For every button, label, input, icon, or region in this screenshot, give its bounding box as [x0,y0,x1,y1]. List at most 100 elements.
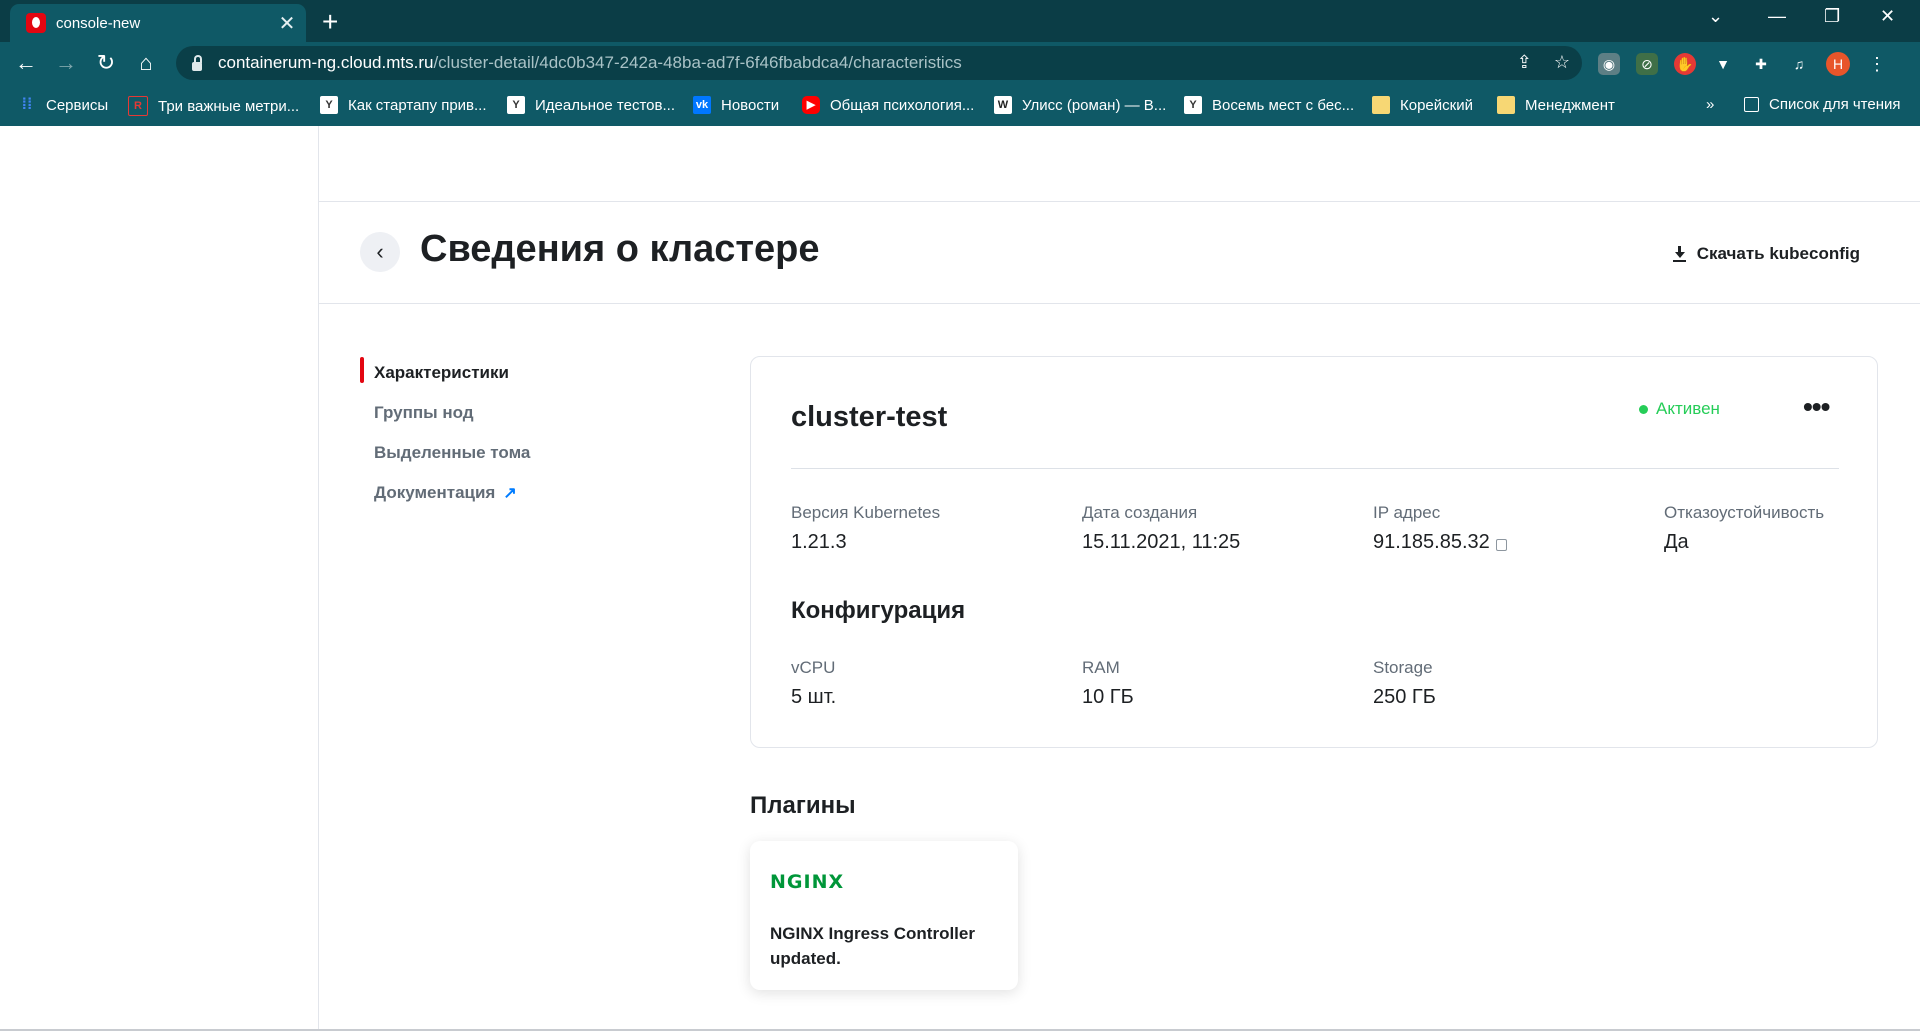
bookmark-item[interactable]: Y Как стартапу прив... [320,96,487,114]
status-dot-icon [1639,404,1648,414]
field-value: 5 шт. [791,686,837,708]
bookmark-label: Корейский [1400,96,1473,114]
subnav-item-characteristics[interactable]: Характеристики [360,353,530,393]
url-path: /cluster-detail/4dc0b347-242a-48ba-ad7f-… [433,53,962,72]
ip-address-field: IP адрес 91.185.85.32 [1373,503,1507,554]
bookmark-label: Три важные метри... [158,97,300,115]
browser-toolbar: ← → ↻ ⌂ containerum-ng.cloud.mts.ru/clus… [0,42,1920,84]
status-label: Активен [1656,399,1720,418]
bookmark-item[interactable]: Y Восемь мест с бес... [1184,96,1354,114]
window-restore-button[interactable]: ❐ [1824,6,1840,27]
yc-icon: Y [507,96,525,114]
window-close-button[interactable]: ✕ [1880,6,1895,27]
field-value: 10 ГБ [1082,686,1134,708]
field-value: 15.11.2021, 11:25 [1082,531,1241,553]
bookmark-label: Восемь мест с бес... [1212,96,1355,114]
field-value: 250 ГБ [1373,686,1436,708]
field-label: RAM [1082,658,1120,677]
field-value-row: 91.185.85.32 [1373,531,1507,554]
plugins-title: Плагины [750,792,856,819]
cluster-info-card: cluster-test Активен ••• Версия Kubernet… [750,356,1878,748]
back-arrow-icon[interactable]: ← [12,50,40,76]
tab-title: console-new [56,14,141,32]
bookmark-label: Идеальное тестов... [535,96,675,114]
field-label: Дата создания [1082,503,1198,522]
configuration-title: Конфигурация [791,597,966,624]
media-control-icon[interactable]: ♫ [1788,53,1810,75]
extensions-puzzle-icon[interactable]: ✚ [1750,53,1772,75]
bookmark-label: Как стартапу прив... [348,96,487,114]
bookmark-label: Менеджмент [1525,96,1615,114]
bookmark-item[interactable]: W Улисс (роман) — В... [994,96,1166,114]
browser-tab[interactable]: console-new ✕ [10,4,306,42]
fault-tolerance-field: Отказоустойчивость Да [1664,503,1824,554]
bookmark-label: Улисс (роман) — В... [1022,96,1167,114]
bookmark-label: Общая психология... [830,96,975,114]
plugin-card-nginx[interactable]: NGINX NGINX Ingress Controller updated. [750,841,1018,990]
subnav-item-node-groups[interactable]: Группы нод [360,393,530,433]
tab-close-icon[interactable]: ✕ [274,11,300,36]
profile-avatar[interactable]: Н [1826,52,1850,76]
tab-search-icon[interactable]: ⌄ [1708,6,1723,27]
nginx-logo-icon: NGINX [770,871,845,893]
reading-list-label: Список для чтения [1769,96,1901,113]
youtube-icon: ▶ [802,96,820,114]
bookmark-item[interactable]: vk Новости [693,96,779,114]
more-actions-icon[interactable]: ••• [1803,391,1830,423]
field-label: IP адрес [1373,503,1441,522]
bookmark-star-icon[interactable]: ☆ [1554,52,1570,73]
back-button[interactable]: ‹ [360,232,400,272]
reading-list-icon [1744,97,1759,112]
copy-icon[interactable] [1495,538,1507,551]
bookmark-item[interactable]: ⁞⁞ Сервисы [18,96,108,114]
field-label: Storage [1373,658,1433,677]
adblock-extension-icon[interactable]: ✋ [1674,53,1696,75]
rc-icon: R [128,96,148,116]
apps-grid-icon: ⁞⁞ [21,96,33,113]
creation-date-field: Дата создания 15.11.2021, 11:25 [1082,503,1240,554]
reading-list-button[interactable]: Список для чтения [1744,96,1901,113]
download-kubeconfig-button[interactable]: Скачать kubeconfig [1672,244,1860,264]
vue-extension-icon[interactable]: ▼ [1712,53,1734,75]
url-host: containerum-ng.cloud.mts.ru [218,53,434,72]
field-label: Версия Kubernetes [791,503,941,522]
bookmark-item[interactable]: Y Идеальное тестов... [507,96,675,114]
bookmark-item[interactable]: R Три важные метри... [128,96,299,116]
field-label: Отказоустойчивость [1664,503,1825,522]
lock-icon[interactable] [192,54,202,71]
bookmarks-bar: ⁞⁞ Сервисы R Три важные метри... Y Как стар… [0,84,1920,126]
field-value: Да [1664,531,1689,553]
window-minimize-button[interactable]: — [1768,6,1786,27]
bookmark-item[interactable]: ▶ Общая психология... [802,96,974,114]
external-link-icon: ↗ [503,485,517,502]
bookmark-item[interactable]: Менеджмент [1497,96,1615,114]
field-label: vCPU [791,658,836,677]
menu-kebab-icon[interactable]: ⋮ [1866,53,1888,75]
bookmarks-overflow-button[interactable]: » [1706,96,1714,113]
forward-arrow-icon[interactable]: → [52,50,80,76]
new-tab-button[interactable]: + [322,6,338,38]
yc-icon: Y [320,96,338,114]
extension-green-icon[interactable]: ⊘ [1636,53,1658,75]
bookmark-label: Новости [721,96,780,114]
yc-icon: Y [1184,96,1202,114]
download-icon [1672,246,1687,262]
cluster-name: cluster-test [791,401,948,433]
subnav-item-volumes[interactable]: Выделенные тома [360,433,530,473]
field-value: 1.21.3 [791,531,847,553]
address-bar[interactable]: containerum-ng.cloud.mts.ru/cluster-deta… [176,46,1582,80]
mts-favicon-icon [26,13,46,33]
subnav-item-documentation[interactable]: Документация ↗ [360,473,530,513]
home-icon[interactable]: ⌂ [132,50,160,76]
camera-extension-icon[interactable]: ◉ [1598,53,1620,75]
cluster-subnav: Характеристики Группы нод Выделенные том… [360,353,530,513]
plugin-description: NGINX Ingress Controller updated. [770,924,975,968]
ip-address-value: 91.185.85.32 [1373,531,1490,553]
subnav-label: Группы нод [374,403,474,422]
share-icon[interactable]: ⇪ [1517,52,1532,73]
ram-field: RAM 10 ГБ [1082,658,1134,709]
vk-icon: vk [693,96,711,114]
vcpu-field: vCPU 5 шт. [791,658,836,709]
reload-icon[interactable]: ↻ [92,50,120,76]
bookmark-item[interactable]: Корейский [1372,96,1473,114]
